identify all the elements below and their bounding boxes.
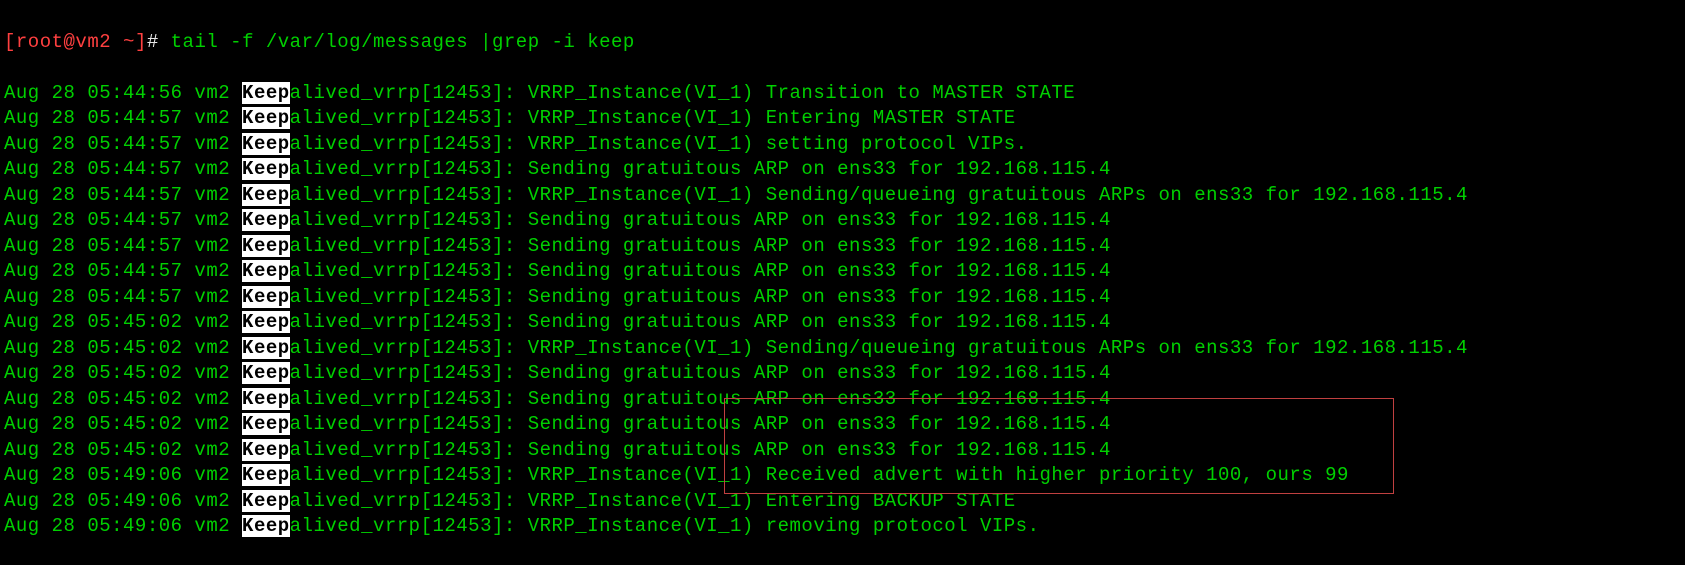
log-prefix: Aug 28 05:44:57 vm2 — [4, 133, 242, 155]
log-line: Aug 28 05:44:57 vm2 Keepalived_vrrp[1245… — [4, 157, 1681, 183]
log-line: Aug 28 05:49:06 vm2 Keepalived_vrrp[1245… — [4, 489, 1681, 515]
log-prefix: Aug 28 05:44:57 vm2 — [4, 260, 242, 282]
grep-match: Keep — [242, 158, 290, 180]
log-line: Aug 28 05:44:57 vm2 Keepalived_vrrp[1245… — [4, 285, 1681, 311]
log-message: alived_vrrp[12453]: Sending gratuitous A… — [290, 235, 1111, 257]
grep-match: Keep — [242, 439, 290, 461]
log-line: Aug 28 05:49:06 vm2 Keepalived_vrrp[1245… — [4, 463, 1681, 489]
grep-match: Keep — [242, 388, 290, 410]
log-prefix: Aug 28 05:49:06 vm2 — [4, 515, 242, 537]
log-prefix: Aug 28 05:44:56 vm2 — [4, 82, 242, 104]
log-prefix: Aug 28 05:44:57 vm2 — [4, 184, 242, 206]
log-line: Aug 28 05:44:57 vm2 Keepalived_vrrp[1245… — [4, 183, 1681, 209]
log-prefix: Aug 28 05:45:02 vm2 — [4, 337, 242, 359]
prompt-bracket-close: ] — [135, 31, 147, 53]
terminal-output[interactable]: [root@vm2 ~]# tail -f /var/log/messages … — [0, 0, 1685, 565]
grep-match: Keep — [242, 209, 290, 231]
log-line: Aug 28 05:45:02 vm2 Keepalived_vrrp[1245… — [4, 387, 1681, 413]
grep-match: Keep — [242, 490, 290, 512]
log-message: alived_vrrp[12453]: Sending gratuitous A… — [290, 311, 1111, 333]
grep-match: Keep — [242, 107, 290, 129]
log-message: alived_vrrp[12453]: Sending gratuitous A… — [290, 413, 1111, 435]
prompt-line: [root@vm2 ~]# tail -f /var/log/messages … — [4, 30, 1681, 56]
log-line: Aug 28 05:44:57 vm2 Keepalived_vrrp[1245… — [4, 132, 1681, 158]
log-prefix: Aug 28 05:49:06 vm2 — [4, 464, 242, 486]
log-message: alived_vrrp[12453]: VRRP_Instance(VI_1) … — [290, 337, 1468, 359]
log-message: alived_vrrp[12453]: Sending gratuitous A… — [290, 209, 1111, 231]
log-prefix: Aug 28 05:44:57 vm2 — [4, 235, 242, 257]
log-message: alived_vrrp[12453]: VRRP_Instance(VI_1) … — [290, 464, 1349, 486]
log-line: Aug 28 05:45:02 vm2 Keepalived_vrrp[1245… — [4, 361, 1681, 387]
log-message: alived_vrrp[12453]: VRRP_Instance(VI_1) … — [290, 184, 1468, 206]
log-line: Aug 28 05:44:56 vm2 Keepalived_vrrp[1245… — [4, 81, 1681, 107]
grep-match: Keep — [242, 464, 290, 486]
log-line: Aug 28 05:45:02 vm2 Keepalived_vrrp[1245… — [4, 310, 1681, 336]
log-message: alived_vrrp[12453]: Sending gratuitous A… — [290, 388, 1111, 410]
grep-match: Keep — [242, 82, 290, 104]
log-prefix: Aug 28 05:49:06 vm2 — [4, 490, 242, 512]
log-line: Aug 28 05:44:57 vm2 Keepalived_vrrp[1245… — [4, 106, 1681, 132]
log-prefix: Aug 28 05:45:02 vm2 — [4, 311, 242, 333]
log-message: alived_vrrp[12453]: VRRP_Instance(VI_1) … — [290, 82, 1076, 104]
prompt-hash: # — [147, 31, 171, 53]
grep-match: Keep — [242, 362, 290, 384]
grep-match: Keep — [242, 133, 290, 155]
grep-match: Keep — [242, 515, 290, 537]
grep-match: Keep — [242, 260, 290, 282]
log-line: Aug 28 05:45:02 vm2 Keepalived_vrrp[1245… — [4, 336, 1681, 362]
prompt-tilde: ~ — [123, 31, 135, 53]
log-prefix: Aug 28 05:44:57 vm2 — [4, 286, 242, 308]
log-prefix: Aug 28 05:45:02 vm2 — [4, 388, 242, 410]
prompt-user-host: root@vm2 — [16, 31, 123, 53]
log-message: alived_vrrp[12453]: VRRP_Instance(VI_1) … — [290, 490, 1016, 512]
log-prefix: Aug 28 05:44:57 vm2 — [4, 209, 242, 231]
log-prefix: Aug 28 05:44:57 vm2 — [4, 107, 242, 129]
log-message: alived_vrrp[12453]: Sending gratuitous A… — [290, 158, 1111, 180]
grep-match: Keep — [242, 337, 290, 359]
grep-match: Keep — [242, 235, 290, 257]
log-message: alived_vrrp[12453]: VRRP_Instance(VI_1) … — [290, 515, 1040, 537]
log-prefix: Aug 28 05:45:02 vm2 — [4, 413, 242, 435]
log-line: Aug 28 05:44:57 vm2 Keepalived_vrrp[1245… — [4, 234, 1681, 260]
log-message: alived_vrrp[12453]: VRRP_Instance(VI_1) … — [290, 133, 1028, 155]
log-message: alived_vrrp[12453]: Sending gratuitous A… — [290, 286, 1111, 308]
log-line: Aug 28 05:44:57 vm2 Keepalived_vrrp[1245… — [4, 208, 1681, 234]
command-text: tail -f /var/log/messages |grep -i keep — [171, 31, 635, 53]
grep-match: Keep — [242, 286, 290, 308]
log-message: alived_vrrp[12453]: VRRP_Instance(VI_1) … — [290, 107, 1016, 129]
prompt-bracket-open: [ — [4, 31, 16, 53]
log-prefix: Aug 28 05:45:02 vm2 — [4, 439, 242, 461]
log-line: Aug 28 05:45:02 vm2 Keepalived_vrrp[1245… — [4, 438, 1681, 464]
log-line: Aug 28 05:49:06 vm2 Keepalived_vrrp[1245… — [4, 514, 1681, 540]
grep-match: Keep — [242, 184, 290, 206]
grep-match: Keep — [242, 413, 290, 435]
log-prefix: Aug 28 05:45:02 vm2 — [4, 362, 242, 384]
log-line: Aug 28 05:45:02 vm2 Keepalived_vrrp[1245… — [4, 412, 1681, 438]
log-prefix: Aug 28 05:44:57 vm2 — [4, 158, 242, 180]
log-line: Aug 28 05:44:57 vm2 Keepalived_vrrp[1245… — [4, 259, 1681, 285]
log-message: alived_vrrp[12453]: Sending gratuitous A… — [290, 362, 1111, 384]
grep-match: Keep — [242, 311, 290, 333]
log-message: alived_vrrp[12453]: Sending gratuitous A… — [290, 439, 1111, 461]
log-message: alived_vrrp[12453]: Sending gratuitous A… — [290, 260, 1111, 282]
